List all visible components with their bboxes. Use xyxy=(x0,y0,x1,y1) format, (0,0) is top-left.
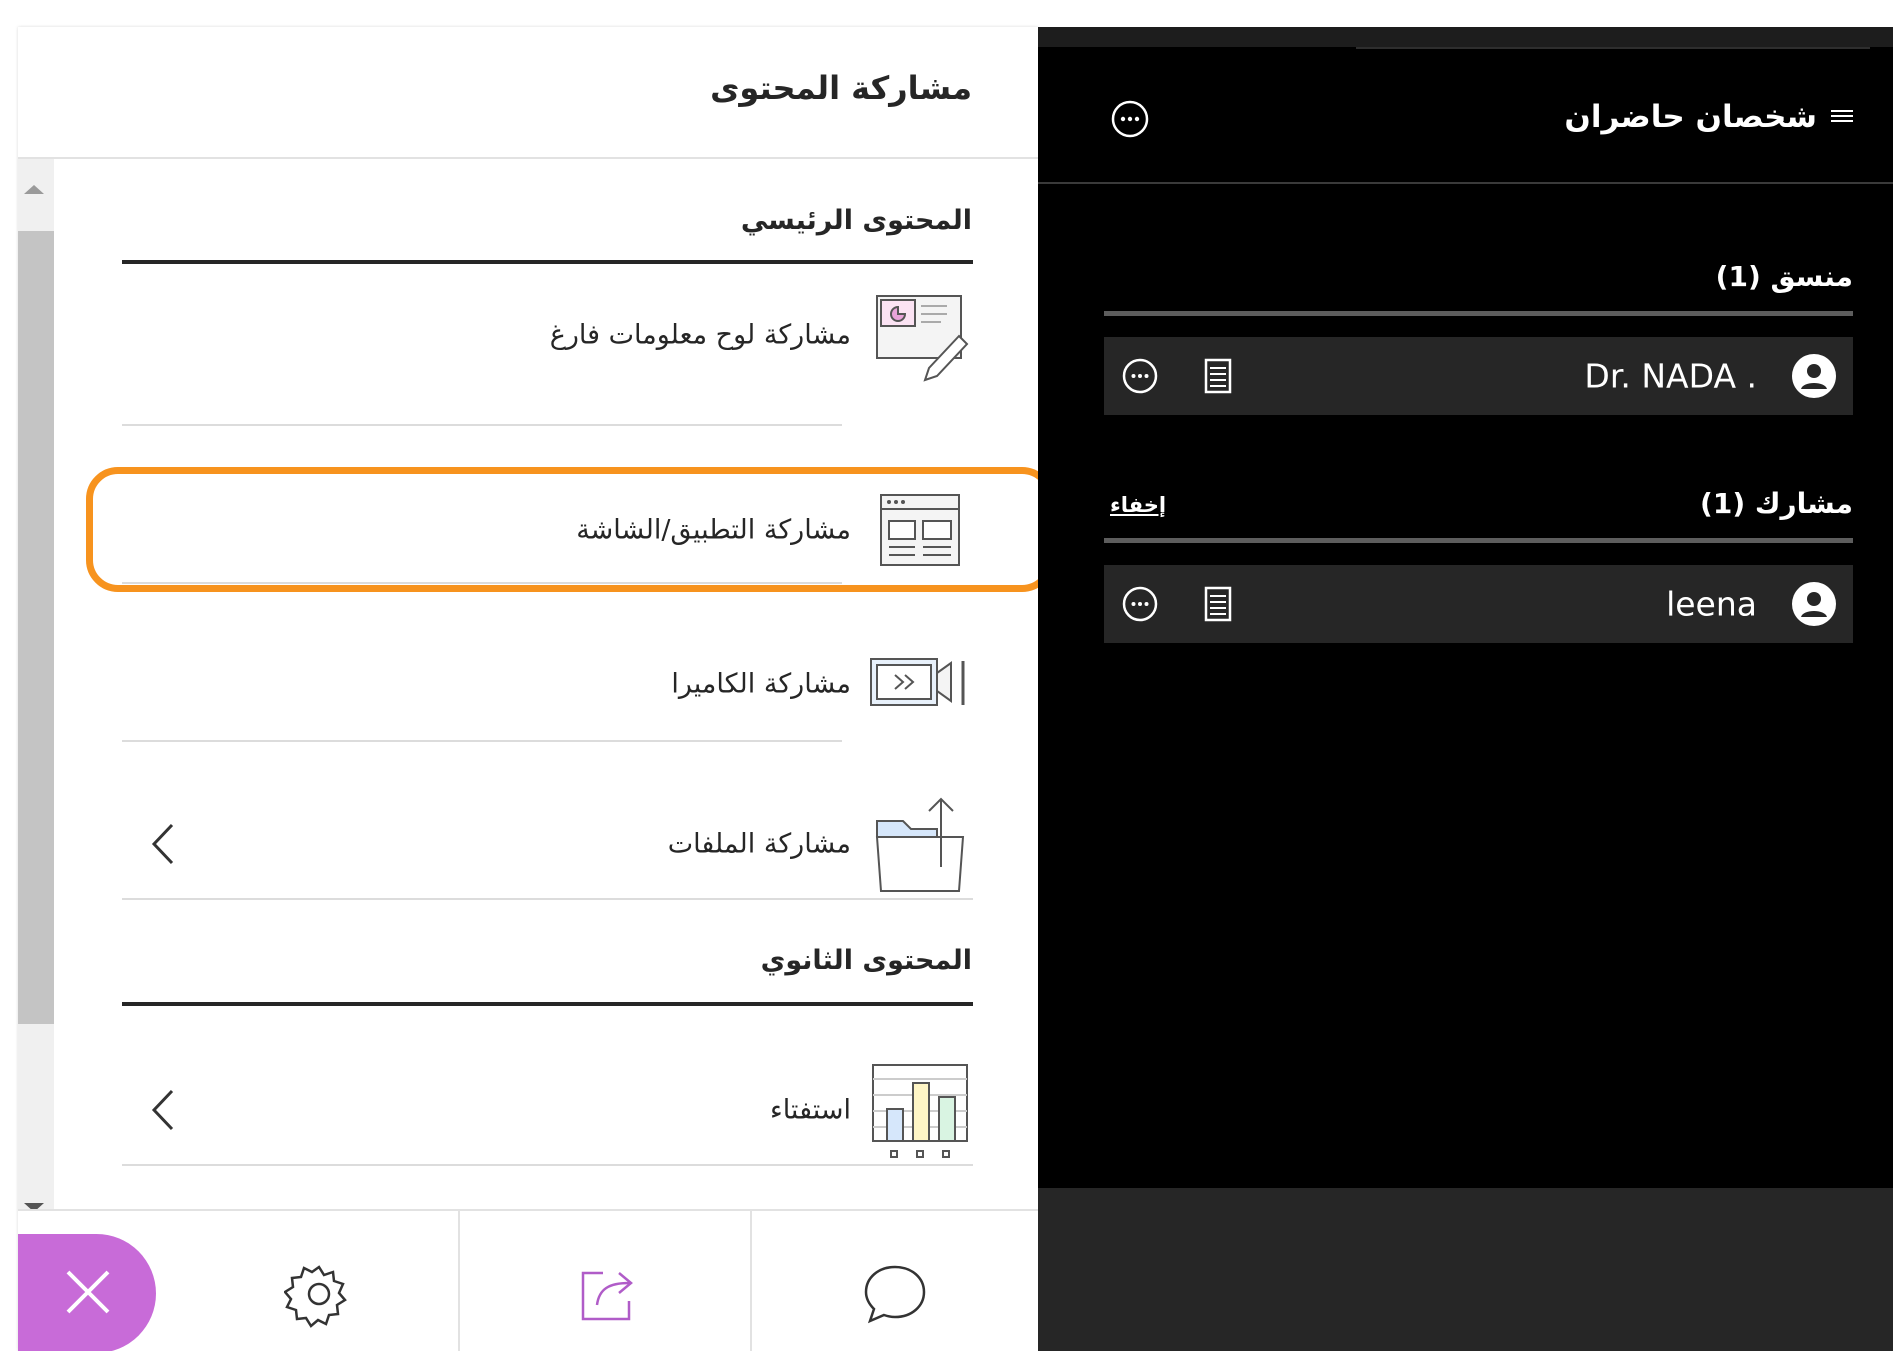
list-icon[interactable] xyxy=(1198,584,1238,624)
attendees-divider xyxy=(1038,182,1893,184)
moderators-heading: منسق (1) xyxy=(1715,260,1853,293)
avatar-icon xyxy=(1792,354,1836,398)
item-divider xyxy=(122,740,842,742)
item-divider xyxy=(122,424,842,426)
close-button[interactable] xyxy=(18,1234,156,1351)
share-camera-label: مشاركة الكاميرا xyxy=(671,668,851,700)
poll-label: استفتاء xyxy=(770,1094,851,1126)
moderators-rule xyxy=(1104,311,1853,316)
secondary-content-heading: المحتوى الثانوي xyxy=(760,945,972,976)
list-icon[interactable] xyxy=(1198,356,1238,396)
attendee-row[interactable]: leena xyxy=(1104,565,1853,643)
file-upload-icon xyxy=(875,797,965,892)
toolbar-separator xyxy=(750,1211,752,1351)
scrollbar[interactable] xyxy=(18,159,54,1212)
gear-icon[interactable] xyxy=(284,1259,354,1329)
bottom-toolbar xyxy=(18,1209,1038,1351)
attendees-topbar xyxy=(1038,27,1893,47)
panel-title: مشاركة المحتوى xyxy=(710,69,972,107)
share-whiteboard-item[interactable]: مشاركة لوح معلومات فارغ xyxy=(122,270,973,400)
item-divider xyxy=(122,1164,973,1166)
attendees-topbar-line xyxy=(1356,47,1870,49)
chevron-left-icon xyxy=(151,1089,174,1131)
whiteboard-icon xyxy=(876,295,969,382)
secondary-heading-rule xyxy=(122,1002,973,1006)
attendee-row[interactable]: Dr. NADA . xyxy=(1104,337,1853,415)
poll-icon xyxy=(872,1064,968,1158)
share-whiteboard-label: مشاركة لوح معلومات فارغ xyxy=(549,319,851,351)
attendee-name: Dr. NADA . xyxy=(1584,356,1757,396)
attendees-footer xyxy=(1038,1188,1893,1351)
item-divider xyxy=(122,582,842,584)
primary-content-heading: المحتوى الرئيسي xyxy=(740,205,972,236)
primary-heading-rule xyxy=(122,260,973,264)
chevron-left-icon xyxy=(151,823,174,865)
more-options-icon[interactable] xyxy=(1120,356,1160,396)
hide-link[interactable]: إخفاء xyxy=(1110,493,1166,517)
share-files-label: مشاركة الملفات xyxy=(667,828,851,860)
share-content-panel: مشاركة المحتوى المحتوى الرئيسي مشاركة لو… xyxy=(18,27,1054,1351)
scroll-thumb[interactable] xyxy=(18,231,54,1024)
close-icon xyxy=(66,1270,110,1314)
poll-item[interactable]: استفتاء xyxy=(122,1045,973,1175)
more-options-icon[interactable] xyxy=(1110,99,1150,139)
title-divider xyxy=(18,157,1038,159)
share-files-item[interactable]: مشاركة الملفات xyxy=(122,779,973,909)
attendees-title: شخصان حاضران xyxy=(1564,99,1817,135)
more-options-icon[interactable] xyxy=(1120,584,1160,624)
share-camera-item[interactable]: مشاركة الكاميرا xyxy=(122,619,973,749)
share-content-icon[interactable] xyxy=(573,1259,643,1329)
attendee-name: leena xyxy=(1666,584,1757,624)
camera-icon xyxy=(870,658,965,706)
app-root: مشاركة المحتوى المحتوى الرئيسي مشاركة لو… xyxy=(0,0,1893,1351)
menu-icon[interactable] xyxy=(1831,109,1853,123)
participants-rule xyxy=(1104,538,1853,543)
scroll-up-arrow[interactable] xyxy=(24,185,44,194)
attendees-panel: شخصان حاضران منسق (1) Dr. NADA . مشارك (… xyxy=(1038,27,1893,1188)
item-divider xyxy=(122,898,973,900)
top-strip xyxy=(0,0,1893,27)
chat-icon[interactable] xyxy=(860,1259,930,1329)
toolbar-separator xyxy=(458,1211,460,1351)
participants-heading: مشارك (1) xyxy=(1700,487,1853,520)
highlight-outline xyxy=(86,467,1054,592)
avatar-icon xyxy=(1792,582,1836,626)
